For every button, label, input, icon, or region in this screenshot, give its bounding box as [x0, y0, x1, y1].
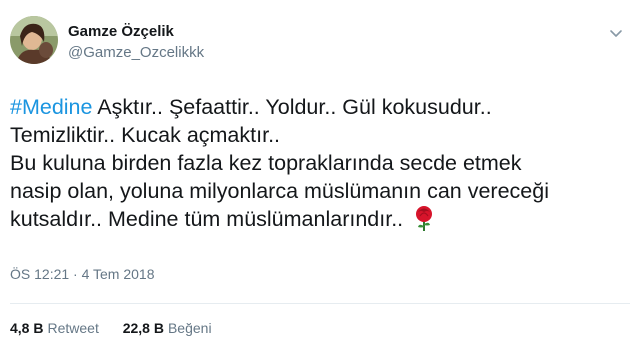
tweet-line-1: #Medine Aşktır.. Şefaattir.. Yoldur.. Gü…	[10, 93, 625, 121]
tweet-line-2: Temizliktir.. Kucak açmaktır..	[10, 123, 281, 147]
avatar[interactable]	[10, 16, 58, 64]
tweet-line-5-text: kutsaldır.. Medine tüm müslümanlarındır.…	[10, 207, 404, 231]
chevron-down-icon[interactable]	[608, 26, 624, 42]
like-label: Beğeni	[167, 320, 212, 336]
avatar-image	[10, 16, 58, 64]
author-handle[interactable]: @Gamze_Ozcelikkk	[68, 44, 204, 61]
hashtag-link[interactable]: #Medine	[10, 95, 92, 119]
author-name[interactable]: Gamze Özçelik	[68, 23, 174, 40]
retweet-stat[interactable]: 4,8 B Retweet	[10, 320, 99, 336]
tweet-line-1-text: Aşktır.. Şefaattir.. Yoldur.. Gül kokusu…	[92, 95, 492, 119]
tweet-line-3: Bu kuluna birden fazla kez topraklarında…	[10, 151, 522, 175]
tweet-card: Gamze Özçelik @Gamze_Ozcelikkk #Medine A…	[0, 0, 640, 346]
retweet-count: 4,8 B	[10, 320, 44, 336]
rose-icon	[413, 206, 435, 239]
tweet-stats: 4,8 B Retweet 22,8 B Beğeni	[10, 320, 232, 336]
retweet-label: Retweet	[47, 320, 99, 336]
like-count: 22,8 B	[122, 320, 164, 336]
tweet-line-4: nasip olan, yoluna milyonlarca müslümanı…	[10, 179, 549, 203]
timestamp[interactable]: ÖS 12:21 · 4 Tem 2018	[10, 266, 155, 282]
tweet-line-5: kutsaldır.. Medine tüm müslümanlarındır.…	[10, 205, 625, 239]
divider	[10, 303, 630, 304]
like-stat[interactable]: 22,8 B Beğeni	[123, 320, 212, 336]
tweet-text: #Medine Aşktır.. Şefaattir.. Yoldur.. Gü…	[10, 93, 625, 239]
